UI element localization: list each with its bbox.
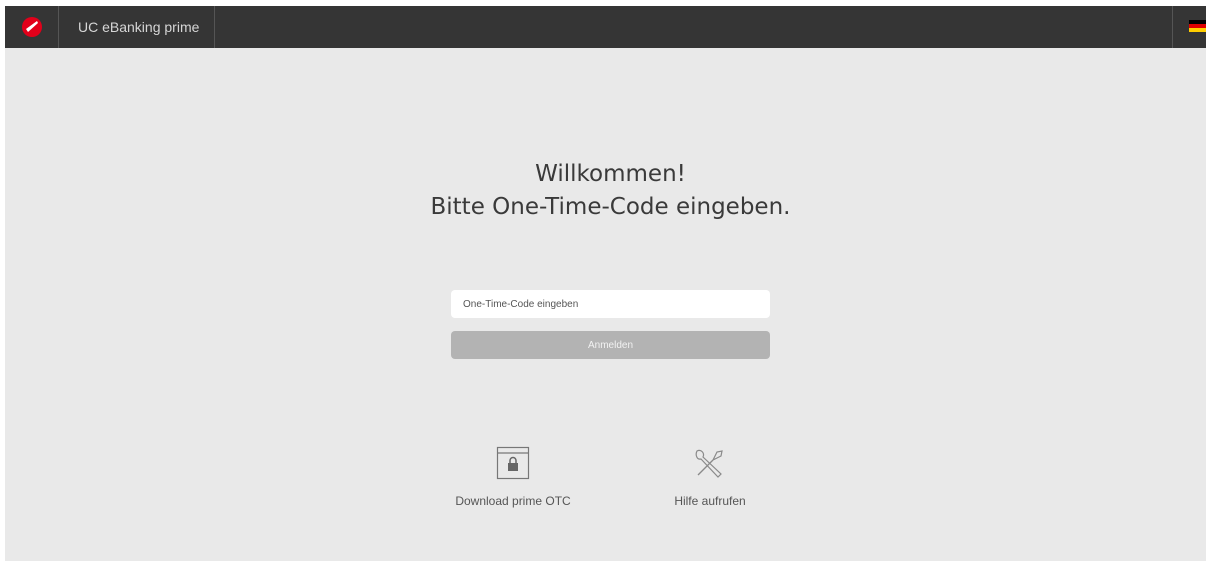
brand-logo[interactable] — [5, 6, 59, 48]
app-title: UC eBanking prime — [59, 6, 215, 48]
welcome-line-1: Willkommen! — [535, 161, 686, 187]
login-button[interactable]: Anmelden — [451, 331, 770, 359]
top-bar: UC eBanking prime — [5, 6, 1206, 48]
download-otc-label: Download prime OTC — [455, 494, 571, 508]
lock-window-icon — [496, 446, 530, 480]
tools-icon — [695, 449, 723, 478]
download-otc-action[interactable]: Download prime OTC — [453, 446, 573, 509]
welcome-heading: Willkommen! Bitte One-Time-Code eingeben… — [5, 158, 1206, 224]
app-frame: UC eBanking prime Willkommen! Bitte One-… — [5, 6, 1206, 561]
german-flag-icon — [1189, 20, 1206, 32]
welcome-line-2: Bitte One-Time-Code eingeben. — [430, 194, 791, 220]
unicredit-logo-icon — [22, 17, 42, 37]
language-switcher[interactable] — [1172, 6, 1206, 48]
help-action[interactable]: Hilfe aufrufen — [650, 446, 770, 509]
otc-input[interactable] — [451, 290, 770, 318]
help-label: Hilfe aufrufen — [674, 494, 746, 508]
